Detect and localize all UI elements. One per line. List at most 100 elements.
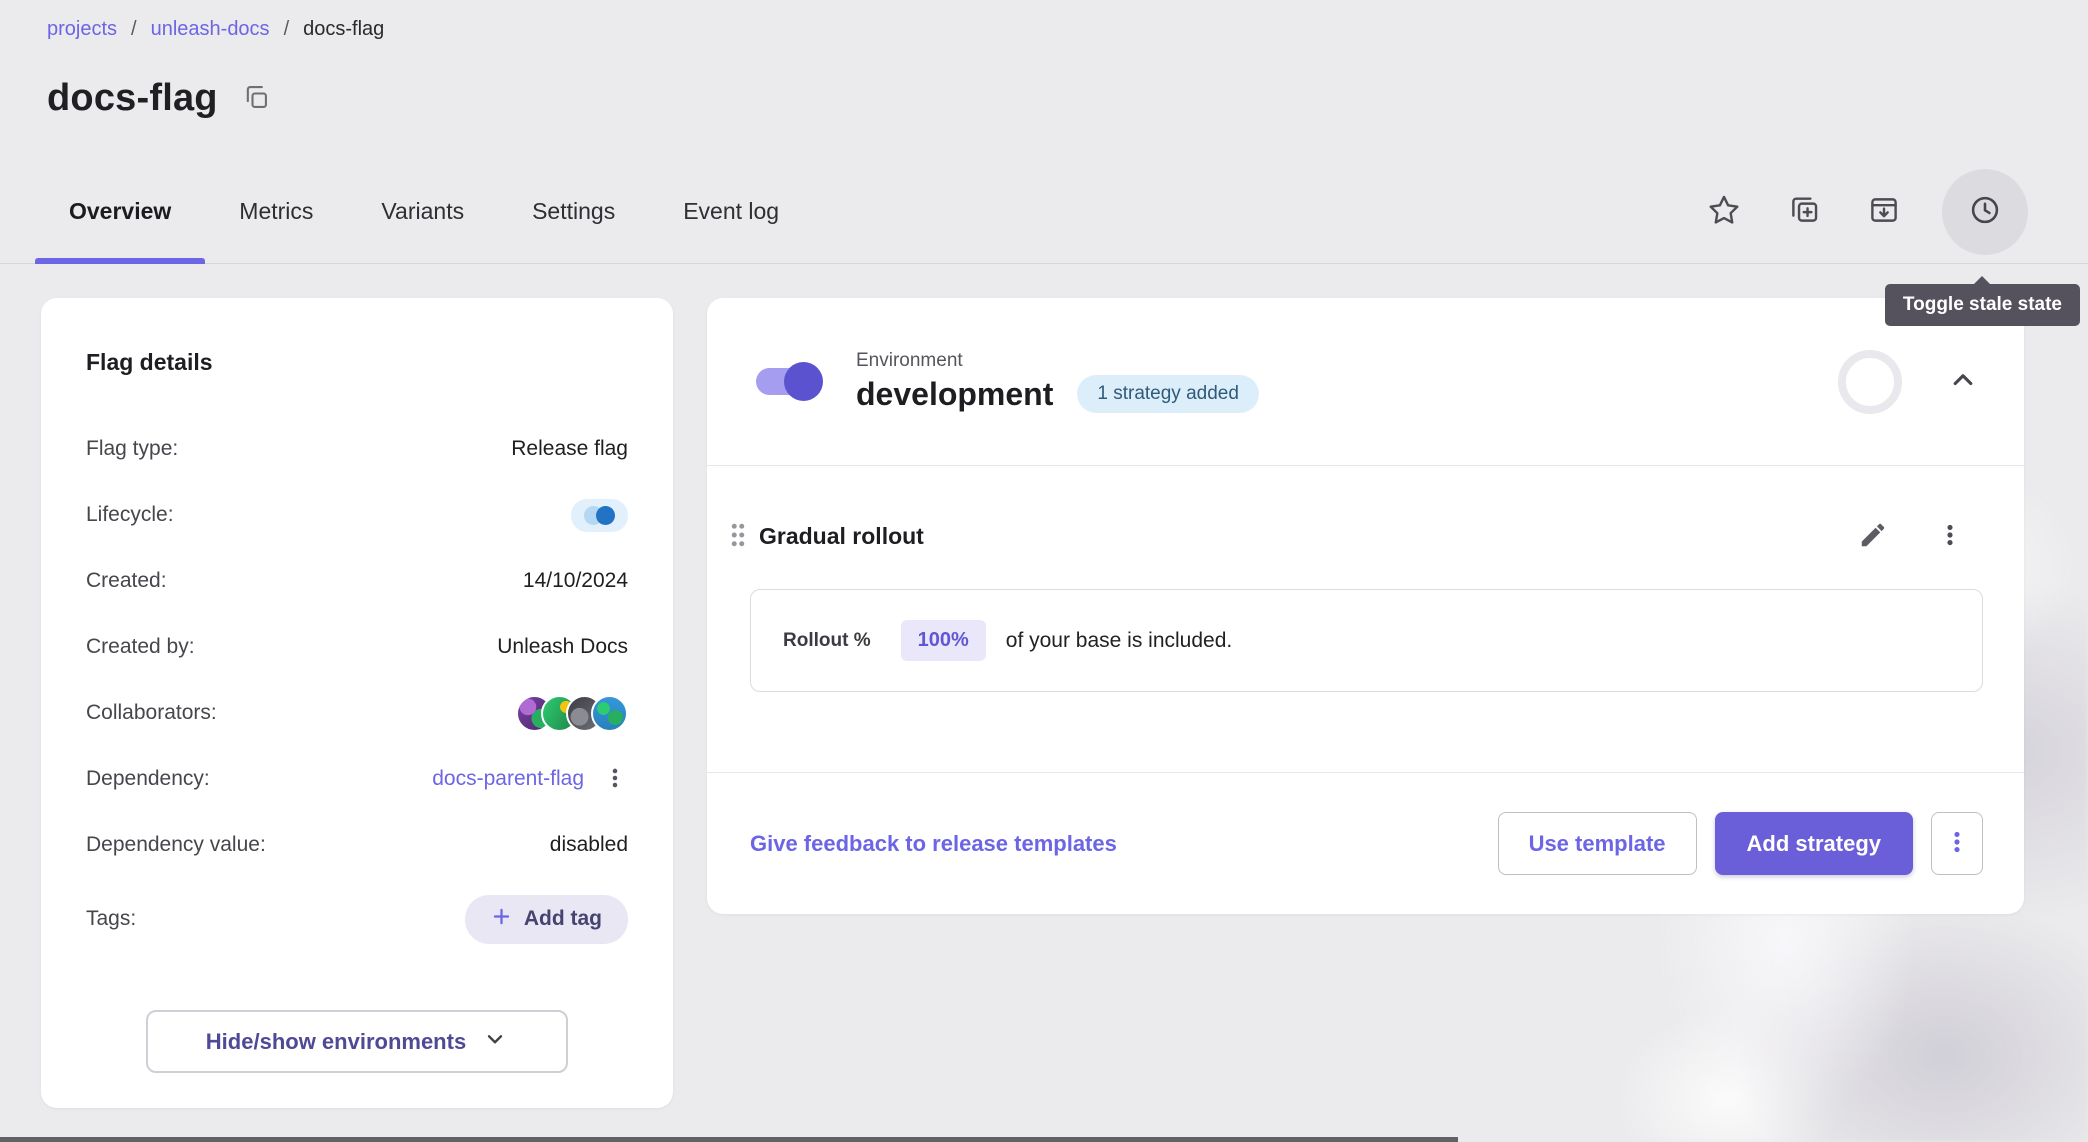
flag-type-row: Flag type: Release flag <box>86 416 628 482</box>
breadcrumb-projects[interactable]: projects <box>47 18 117 41</box>
page-title: docs-flag <box>47 77 218 120</box>
tab-variants[interactable]: Variants <box>347 160 498 263</box>
environment-header: Environment development 1 strategy added <box>707 298 2024 466</box>
created-label: Created: <box>86 569 167 593</box>
strategy-menu-button[interactable] <box>1936 521 1964 552</box>
tab-bar: Overview Metrics Variants Settings Event… <box>0 160 2088 264</box>
kebab-menu-icon <box>602 765 628 794</box>
footer-actions: Use template Add strategy <box>1498 812 1983 875</box>
avatar[interactable] <box>591 695 628 732</box>
strategy-actions <box>1858 520 1976 553</box>
strategy-drag-handle[interactable] <box>727 520 749 553</box>
hide-show-environments-button[interactable]: Hide/show environments <box>146 1010 568 1073</box>
copy-icon <box>242 83 270 114</box>
lifecycle-dot-dark <box>596 506 615 525</box>
breadcrumb-separator: / <box>131 18 137 41</box>
collaborators-label: Collaborators: <box>86 701 217 725</box>
tab-settings[interactable]: Settings <box>498 160 649 263</box>
tab-label: Event log <box>683 198 779 224</box>
metrics-ring <box>1838 350 1902 414</box>
tab-label: Variants <box>381 198 464 224</box>
created-by-row: Created by: Unleash Docs <box>86 614 628 680</box>
add-strategy-button[interactable]: Add strategy <box>1715 812 1913 875</box>
bottom-window-edge <box>0 1137 1458 1142</box>
tab-event-log[interactable]: Event log <box>649 160 813 263</box>
hide-show-environments-label: Hide/show environments <box>206 1029 466 1055</box>
collapse-environment-button[interactable] <box>1946 363 1980 400</box>
flag-details-title: Flag details <box>86 349 628 376</box>
use-template-button[interactable]: Use template <box>1498 812 1697 875</box>
breadcrumb: projects / unleash-docs / docs-flag <box>47 18 2028 41</box>
tabs: Overview Metrics Variants Settings Event… <box>35 160 813 263</box>
breadcrumb-current: docs-flag <box>303 18 384 41</box>
drag-handle-icon <box>727 520 749 553</box>
copy-flag-button[interactable] <box>1782 190 1826 234</box>
environment-menu-button[interactable] <box>1931 812 1983 875</box>
lifecycle-label: Lifecycle: <box>86 503 174 527</box>
rollout-percentage-badge: 100% <box>901 620 986 661</box>
tab-label: Settings <box>532 198 615 224</box>
copy-name-button[interactable] <box>242 83 270 114</box>
environment-toggle[interactable] <box>756 368 820 395</box>
dependency-value-label: Dependency value: <box>86 833 266 857</box>
chevron-up-icon <box>1946 363 1980 400</box>
flag-type-value: Release flag <box>511 437 628 461</box>
environment-name: development <box>856 376 1053 413</box>
tab-label: Metrics <box>239 198 313 224</box>
environment-label: Environment <box>856 350 1259 372</box>
lifecycle-row: Lifecycle: <box>86 482 628 548</box>
collaborator-avatars <box>516 695 628 732</box>
flag-type-label: Flag type: <box>86 437 178 461</box>
breadcrumb-project-name[interactable]: unleash-docs <box>151 18 270 41</box>
dependency-row: Dependency: docs-parent-flag <box>86 746 628 812</box>
add-tag-button[interactable]: Add tag <box>465 895 628 944</box>
tab-label: Overview <box>69 198 171 224</box>
dependency-value-value: disabled <box>550 833 628 857</box>
dependency-value-row: Dependency value: disabled <box>86 812 628 878</box>
tags-row: Tags: Add tag <box>86 886 628 952</box>
stale-state-tooltip: Toggle stale state <box>1885 284 2080 326</box>
rollout-description: of your base is included. <box>1006 629 1232 653</box>
rollout-label: Rollout % <box>783 630 871 652</box>
release-templates-feedback-link[interactable]: Give feedback to release templates <box>750 831 1117 857</box>
strategy-title: Gradual rollout <box>759 523 924 550</box>
environment-footer: Give feedback to release templates Use t… <box>707 772 2024 914</box>
breadcrumb-separator: / <box>284 18 290 41</box>
edit-strategy-button[interactable] <box>1858 520 1888 553</box>
lifecycle-stage-icon[interactable] <box>571 499 628 532</box>
favorite-button[interactable] <box>1702 190 1746 234</box>
archive-icon <box>1867 193 1901 230</box>
chevron-down-icon <box>482 1026 508 1058</box>
dependency-flag-link[interactable]: docs-parent-flag <box>432 767 584 791</box>
environment-header-right <box>1838 350 1980 414</box>
collaborators-row: Collaborators: <box>86 680 628 746</box>
flag-actions-toolbar <box>1702 169 2028 255</box>
dependency-label: Dependency: <box>86 767 210 791</box>
created-row: Created: 14/10/2024 <box>86 548 628 614</box>
created-by-value: Unleash Docs <box>497 635 628 659</box>
flag-details-card: Flag details Flag type: Release flag Lif… <box>41 298 673 1108</box>
created-value: 14/10/2024 <box>523 569 628 593</box>
plus-icon <box>491 906 512 933</box>
kebab-menu-icon <box>1943 828 1971 859</box>
archive-flag-button[interactable] <box>1862 190 1906 234</box>
lifecycle-value <box>571 499 628 532</box>
star-icon <box>1707 193 1741 230</box>
tags-label: Tags: <box>86 907 136 931</box>
edit-pencil-icon <box>1858 520 1888 553</box>
kebab-menu-icon <box>1936 521 1964 552</box>
environment-card: Environment development 1 strategy added… <box>707 298 2024 914</box>
clone-plus-icon <box>1787 193 1821 230</box>
created-by-label: Created by: <box>86 635 195 659</box>
dependency-value: docs-parent-flag <box>432 765 628 794</box>
clock-icon <box>1968 193 2002 230</box>
environment-text: Environment development 1 strategy added <box>856 350 1259 413</box>
tab-metrics[interactable]: Metrics <box>205 160 347 263</box>
dependency-menu-button[interactable] <box>602 765 628 794</box>
tab-overview[interactable]: Overview <box>35 160 205 263</box>
toggle-thumb <box>784 362 823 401</box>
rollout-summary: Rollout % 100% of your base is included. <box>750 589 1983 692</box>
toggle-stale-state-button[interactable] <box>1942 169 2028 255</box>
add-tag-label: Add tag <box>524 907 602 931</box>
strategy-count-badge: 1 strategy added <box>1077 375 1259 413</box>
